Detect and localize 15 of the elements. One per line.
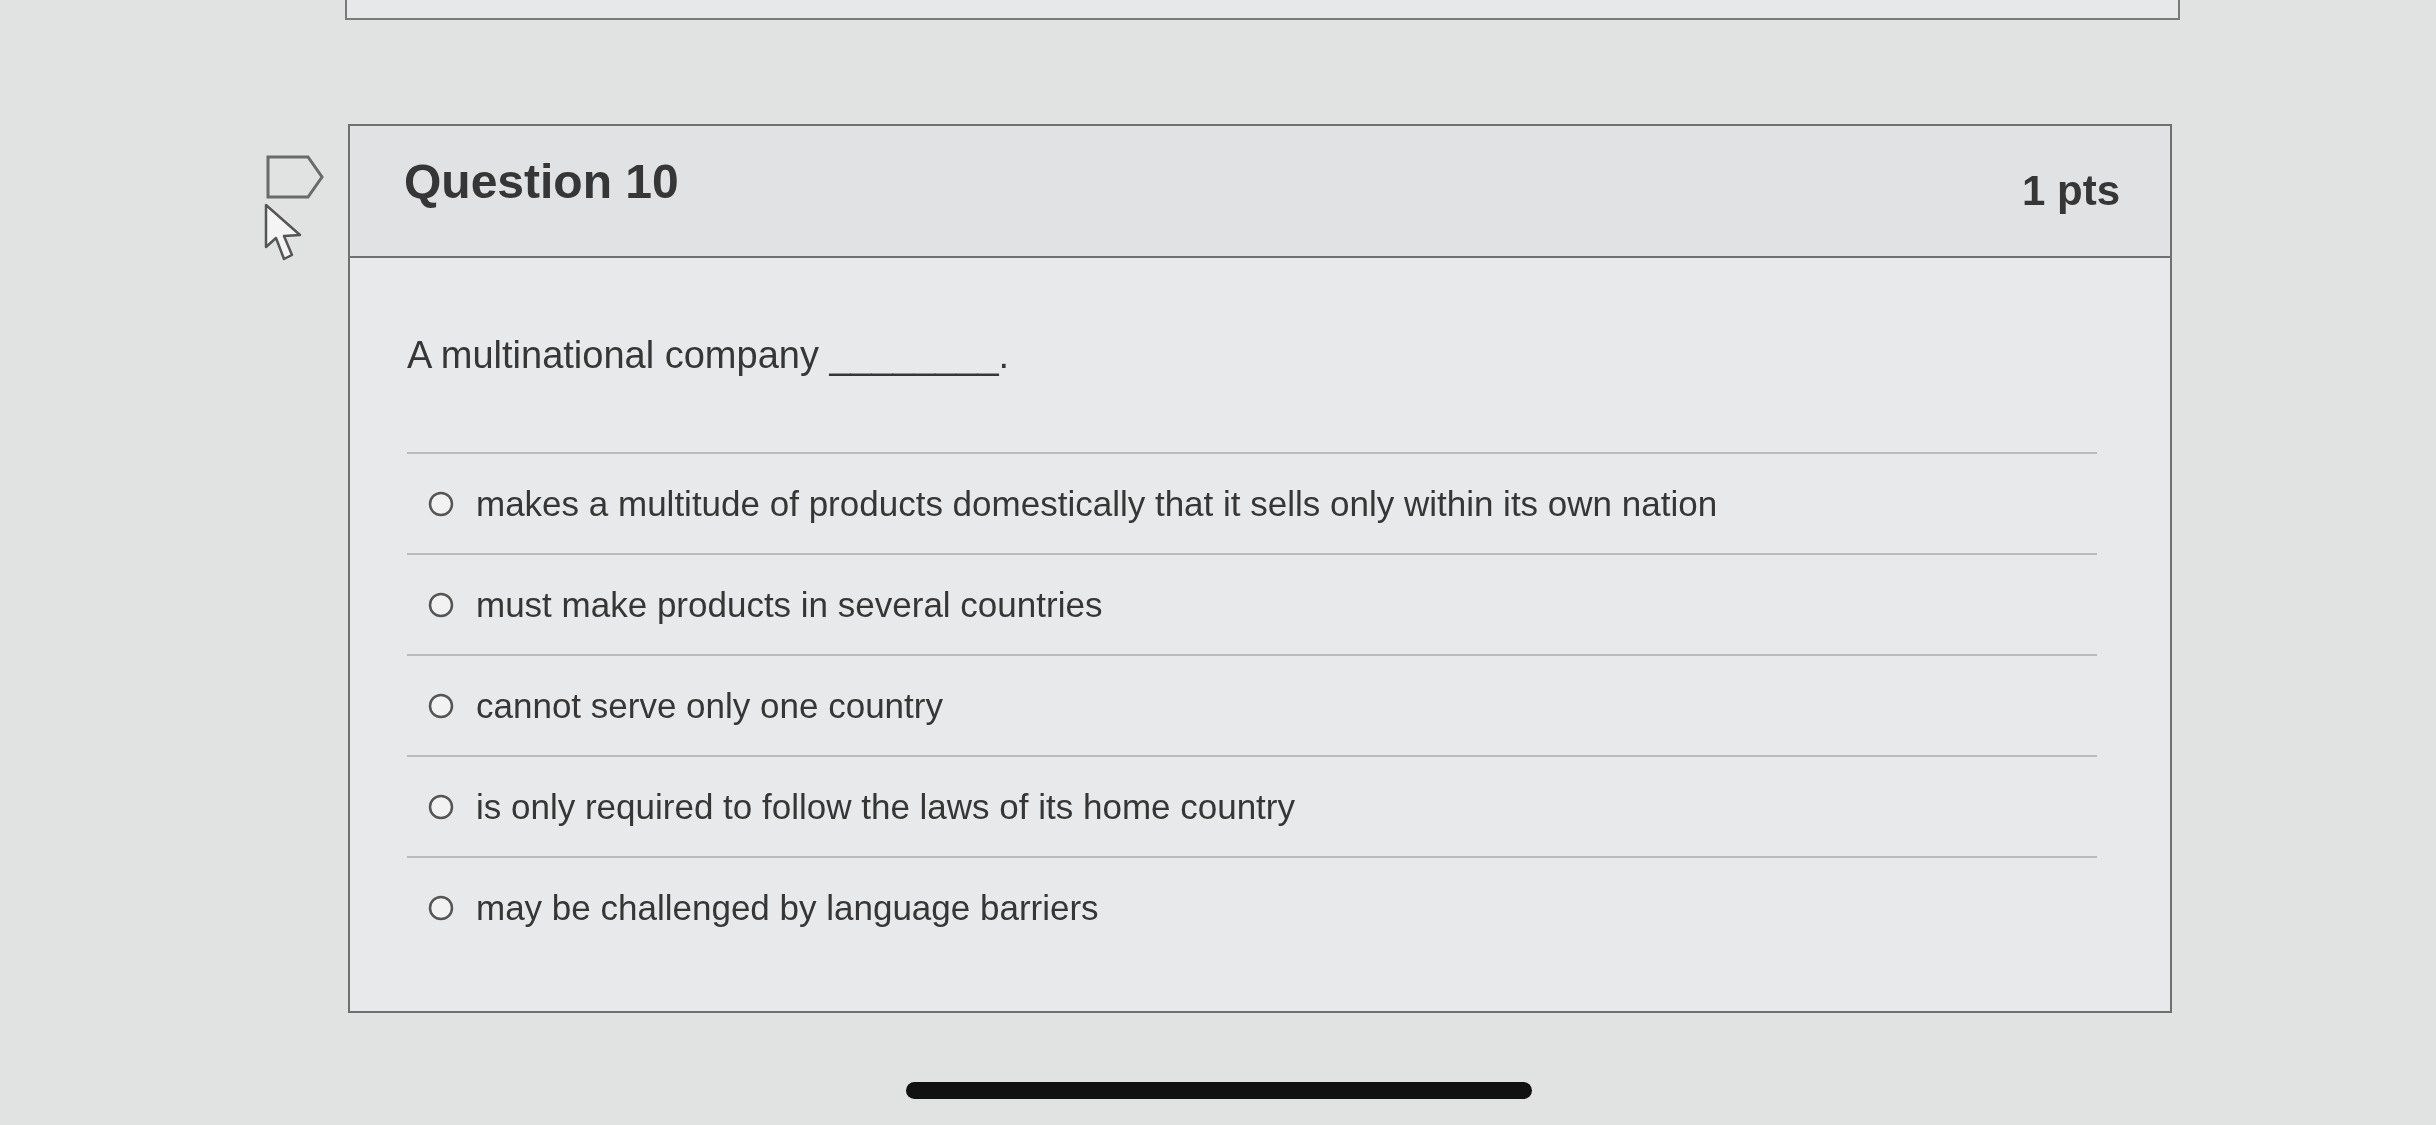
question-prompt: A multinational company ________. <box>407 333 1011 378</box>
answer-label[interactable]: is only required to follow the laws of its home country <box>476 783 1295 830</box>
answer-label[interactable]: cannot serve only one country <box>476 682 943 729</box>
points-label: 1 pts <box>2021 170 2120 212</box>
question-title: Question 10 <box>404 158 679 206</box>
radio-button[interactable] <box>428 894 454 921</box>
answer-label[interactable]: must make products in several countries <box>476 581 1103 628</box>
cursor-icon <box>264 203 304 261</box>
radio-button[interactable] <box>428 591 454 618</box>
radio-button[interactable] <box>428 793 454 820</box>
answer-label[interactable]: may be challenged by language barriers <box>476 884 1099 931</box>
radio-button[interactable] <box>428 692 454 719</box>
answer-label[interactable]: makes a multitude of products domestically that it sells only within its own nation <box>476 480 1718 527</box>
tag-icon[interactable] <box>266 155 324 199</box>
radio-button[interactable] <box>428 490 454 517</box>
